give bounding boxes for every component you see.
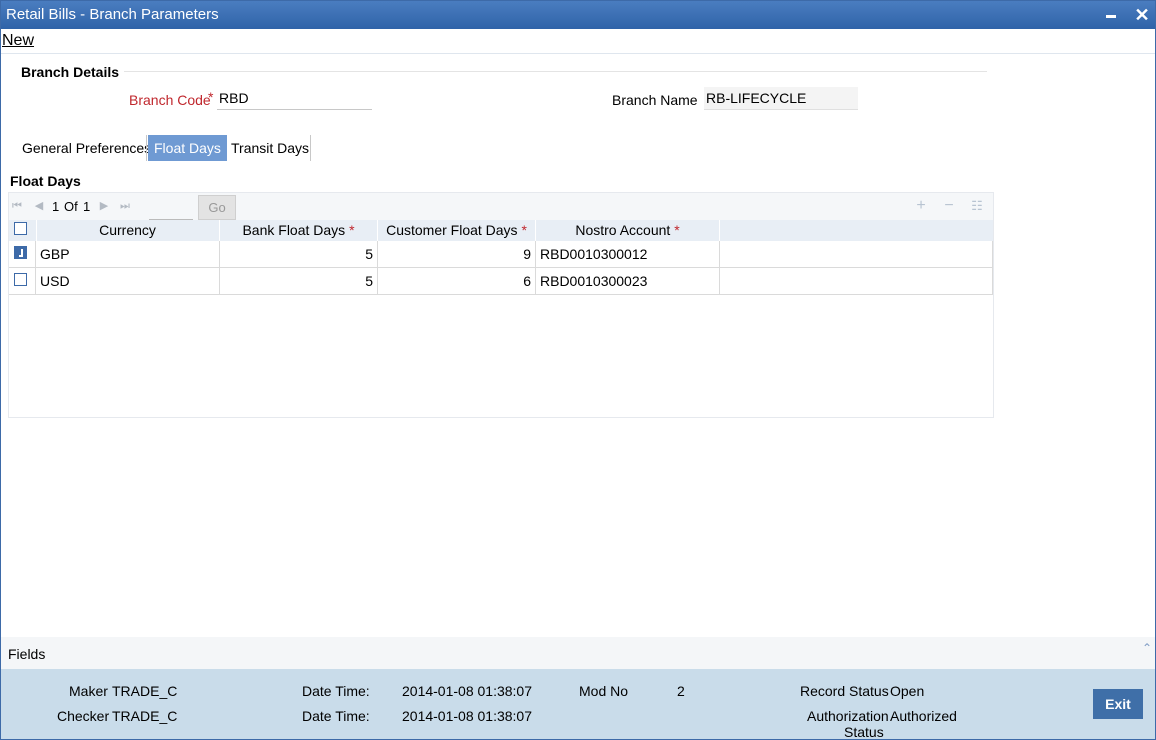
- currency-header: Currency: [36, 220, 220, 241]
- fields-bar[interactable]: Fields ⌃: [1, 637, 1155, 669]
- tab-general-preferences[interactable]: General Preferences: [16, 135, 157, 161]
- maker-value: TRADE_C: [112, 683, 178, 699]
- section-divider: [124, 71, 987, 72]
- row-checkbox[interactable]: [14, 246, 27, 259]
- currency-cell[interactable]: GBP: [36, 241, 220, 267]
- prev-page-icon[interactable]: ◀: [33, 200, 45, 212]
- customer-float-days-header-label: Customer Float Days: [386, 222, 518, 238]
- delete-row-icon[interactable]: −: [941, 198, 957, 214]
- chevron-up-icon[interactable]: ⌃: [1142, 641, 1152, 655]
- grid-toolbar: ⏮ ◀ 1 Of 1 ▶ ⏭ Go + − ☷: [9, 193, 993, 220]
- audit-footer: Maker TRADE_C Checker TRADE_C Date Time:…: [1, 669, 1155, 739]
- record-status-value: Open: [890, 683, 925, 699]
- float-days-grid: ⏮ ◀ 1 Of 1 ▶ ⏭ Go + − ☷ Currency Bank Fl…: [8, 192, 994, 418]
- add-row-icon[interactable]: +: [913, 198, 929, 214]
- branch-name-label: Branch Name: [612, 92, 698, 108]
- nostro-account-header-label: Nostro Account: [575, 222, 671, 238]
- empty-cell: [720, 241, 993, 267]
- new-menu-item[interactable]: New: [2, 32, 34, 50]
- bank-float-days-cell[interactable]: 5: [220, 268, 378, 294]
- close-icon[interactable]: ✕: [1131, 4, 1153, 26]
- last-page-icon[interactable]: ⏭: [119, 200, 131, 212]
- menu-bar: New: [1, 29, 1155, 54]
- authorization-status-label: Authorization: [807, 708, 889, 724]
- table-row[interactable]: GBP 5 9 RBD0010300012: [9, 241, 993, 268]
- select-all-checkbox[interactable]: [14, 222, 27, 235]
- maker-datetime-label: Date Time:: [302, 683, 370, 699]
- branch-code-input[interactable]: [217, 87, 372, 110]
- fields-label[interactable]: Fields: [8, 646, 45, 662]
- required-asterisk: *: [674, 222, 680, 238]
- page-number-input[interactable]: [149, 197, 193, 220]
- customer-float-days-header: Customer Float Days *: [378, 220, 536, 241]
- select-all-cell: [9, 220, 37, 241]
- branch-parameters-window: Retail Bills - Branch Parameters ✕ New B…: [0, 0, 1156, 740]
- nostro-account-cell[interactable]: RBD0010300012: [536, 241, 720, 267]
- record-status-label: Record Status: [800, 683, 889, 699]
- single-record-view-icon[interactable]: ☷: [969, 198, 985, 214]
- first-page-icon[interactable]: ⏮: [11, 200, 23, 212]
- maker-datetime-value: 2014-01-08 01:38:07: [402, 683, 532, 699]
- authorization-status-label-2: Status: [844, 724, 884, 740]
- window-title: Retail Bills - Branch Parameters: [6, 6, 219, 23]
- tab-separator: [146, 135, 147, 161]
- table-row[interactable]: USD 5 6 RBD0010300023: [9, 268, 993, 295]
- customer-float-days-cell[interactable]: 9: [378, 241, 536, 267]
- grid-header: Currency Bank Float Days * Customer Floa…: [9, 220, 993, 241]
- title-bar: Retail Bills - Branch Parameters ✕: [1, 1, 1155, 29]
- bank-float-days-cell[interactable]: 5: [220, 241, 378, 267]
- float-days-title: Float Days: [10, 173, 81, 189]
- tab-float-days[interactable]: Float Days: [148, 135, 227, 161]
- bank-float-days-header-label: Bank Float Days: [242, 222, 346, 238]
- mod-no-value: 2: [677, 683, 685, 699]
- current-page: 1: [52, 199, 60, 214]
- row-select-cell: [9, 241, 36, 267]
- branch-code-label: Branch Code: [129, 92, 211, 108]
- customer-float-days-cell[interactable]: 6: [378, 268, 536, 294]
- row-checkbox[interactable]: [14, 273, 27, 286]
- row-select-cell: [9, 268, 36, 294]
- empty-cell: [720, 268, 993, 294]
- required-asterisk: *: [208, 89, 214, 105]
- checker-datetime-value: 2014-01-08 01:38:07: [402, 708, 532, 724]
- checker-label: Checker: [57, 708, 110, 724]
- bank-float-days-header: Bank Float Days *: [220, 220, 378, 241]
- required-asterisk: *: [349, 222, 355, 238]
- checker-value: TRADE_C: [112, 708, 178, 724]
- checker-datetime-label: Date Time:: [302, 708, 370, 724]
- page-of-label: Of: [64, 199, 78, 214]
- minimize-icon[interactable]: [1100, 4, 1122, 26]
- required-asterisk: *: [521, 222, 527, 238]
- next-page-icon[interactable]: ▶: [98, 200, 110, 212]
- go-button[interactable]: Go: [198, 195, 236, 220]
- branch-details-title: Branch Details: [21, 64, 120, 80]
- total-pages: 1: [83, 199, 91, 214]
- branch-name-input[interactable]: [704, 87, 858, 110]
- currency-header-label: Currency: [99, 222, 156, 238]
- tab-transit-days[interactable]: Transit Days: [225, 135, 315, 161]
- nostro-account-cell[interactable]: RBD0010300023: [536, 268, 720, 294]
- tab-separator: [310, 135, 311, 161]
- currency-cell[interactable]: USD: [36, 268, 220, 294]
- exit-button[interactable]: Exit: [1093, 689, 1143, 719]
- authorization-status-value: Authorized: [890, 708, 957, 724]
- nostro-account-header: Nostro Account *: [536, 220, 720, 241]
- mod-no-label: Mod No: [579, 683, 629, 699]
- maker-label: Maker: [69, 683, 108, 699]
